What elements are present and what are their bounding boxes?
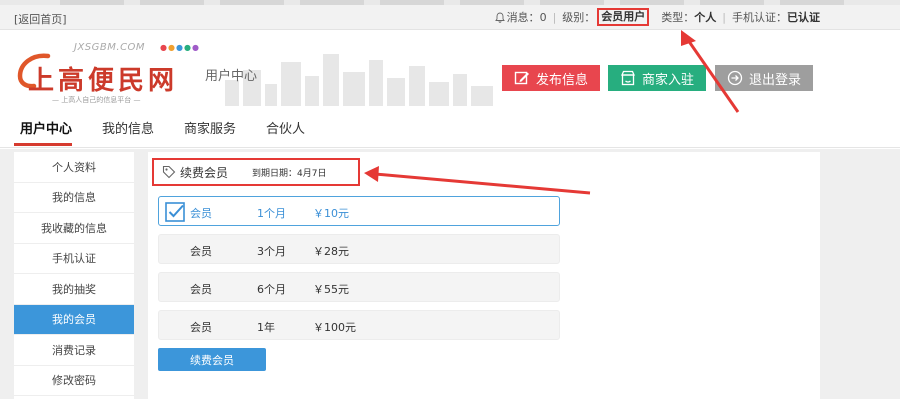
divider: | xyxy=(722,10,726,24)
site-header: JXSGBM.COM ●●●●● 上高便民网 — 上高人自己的信息平台 — 用户… xyxy=(0,30,900,108)
logo-domain: JXSGBM.COM xyxy=(74,42,146,53)
plan-price: ￥28元 xyxy=(313,245,349,258)
renew-section-header: 续费会员 到期日期：4月7日 xyxy=(152,158,360,186)
section-title: 续费会员 xyxy=(180,165,229,180)
tab-partner[interactable]: 合伙人 xyxy=(266,118,305,137)
sidebar-item-favorites[interactable]: 我收藏的信息 xyxy=(14,213,134,244)
renew-membership-button[interactable]: 续费会员 xyxy=(158,348,266,371)
plan-option-3-months[interactable]: 会员 3个月 ￥28元 xyxy=(158,234,560,264)
level-value: 会员用户 xyxy=(597,8,650,26)
plan-name: 会员 xyxy=(190,207,212,220)
merchant-join-label: 商家入驻 xyxy=(641,71,694,87)
plan-price: ￥100元 xyxy=(313,321,356,334)
logout-label: 退出登录 xyxy=(748,71,801,87)
phone-auth-label: 手机认证： xyxy=(732,11,787,24)
sidebar-item-phone-auth[interactable]: 手机认证 xyxy=(14,244,134,274)
page-subtitle: 用户中心 xyxy=(205,69,258,84)
sidebar-item-membership[interactable]: 我的会员 xyxy=(14,304,134,335)
logout-button[interactable]: 退出登录 xyxy=(715,65,813,91)
publish-info-button[interactable]: 发布信息 xyxy=(502,65,600,91)
skyline-illustration xyxy=(225,54,493,106)
level-label: 级别： xyxy=(562,11,596,24)
logout-arrow-icon xyxy=(727,70,743,86)
checkbox-checked-icon xyxy=(165,202,185,222)
message-label: 消息： xyxy=(506,11,540,24)
type-label: 类型： xyxy=(661,11,695,24)
phone-auth-value: 已认证 xyxy=(787,11,820,24)
plan-duration: 1年 xyxy=(257,321,275,334)
plan-price: ￥55元 xyxy=(313,283,349,296)
plan-name: 会员 xyxy=(190,283,212,296)
membership-panel: 续费会员 到期日期：4月7日 会员 1个月 ￥10元 会员 3个月 ￥28元 会… xyxy=(148,152,820,399)
logo-dots: ●●●●● xyxy=(160,43,200,52)
plan-option-6-months[interactable]: 会员 6个月 ￥55元 xyxy=(158,272,560,302)
sidebar-item-lottery[interactable]: 我的抽奖 xyxy=(14,274,134,305)
plan-name: 会员 xyxy=(190,321,212,334)
divider: | xyxy=(552,10,557,24)
tab-user-center[interactable]: 用户中心 xyxy=(20,118,72,137)
expiry-date: 到期日期：4月7日 xyxy=(252,168,327,179)
plan-duration: 6个月 xyxy=(257,283,286,296)
logo-name: 上高便民网 xyxy=(28,66,179,96)
sidebar-item-profile[interactable]: 个人资料 xyxy=(14,152,134,183)
edit-icon xyxy=(514,71,529,85)
main-nav: 用户中心 我的信息 商家服务 合伙人 xyxy=(0,108,900,148)
site-logo[interactable]: JXSGBM.COM ●●●●● 上高便民网 — 上高人自己的信息平台 — xyxy=(14,40,224,104)
logo-slogan: — 上高人自己的信息平台 — xyxy=(52,96,141,104)
tag-icon xyxy=(162,165,176,179)
type-value: 个人 xyxy=(694,11,717,24)
bell-icon[interactable] xyxy=(494,12,505,23)
sidebar-item-my-info[interactable]: 我的信息 xyxy=(14,183,134,213)
plan-name: 会员 xyxy=(190,245,212,258)
plan-option-1-year[interactable]: 会员 1年 ￥100元 xyxy=(158,310,560,340)
back-home-link[interactable]: [返回首页] xyxy=(14,11,67,27)
plan-price: ￥10元 xyxy=(313,207,349,220)
sidebar: 个人资料 我的信息 我收藏的信息 手机认证 我的抽奖 我的会员 消费记录 修改密… xyxy=(14,152,134,399)
store-icon xyxy=(620,70,635,86)
tab-merchant-service[interactable]: 商家服务 xyxy=(184,118,236,137)
plan-duration: 1个月 xyxy=(257,207,286,220)
active-tab-underline xyxy=(14,143,72,146)
account-status: 消息： 0 | 级别： 会员用户 类型： 个人 | 手机认证： 已认证 xyxy=(494,8,820,26)
publish-info-label: 发布信息 xyxy=(535,71,588,87)
sidebar-item-consumption[interactable]: 消费记录 xyxy=(14,335,134,366)
merchant-join-button[interactable]: 商家入驻 xyxy=(608,65,706,91)
message-count[interactable]: 0 xyxy=(540,11,547,24)
plan-option-1-month[interactable]: 会员 1个月 ￥10元 xyxy=(158,196,560,226)
sidebar-item-change-password[interactable]: 修改密码 xyxy=(14,366,134,396)
plan-duration: 3个月 xyxy=(257,245,286,258)
top-bar: [返回首页] 消息： 0 | 级别： 会员用户 类型： 个人 | 手机认证： 已… xyxy=(0,5,900,30)
tab-my-info[interactable]: 我的信息 xyxy=(102,118,154,137)
